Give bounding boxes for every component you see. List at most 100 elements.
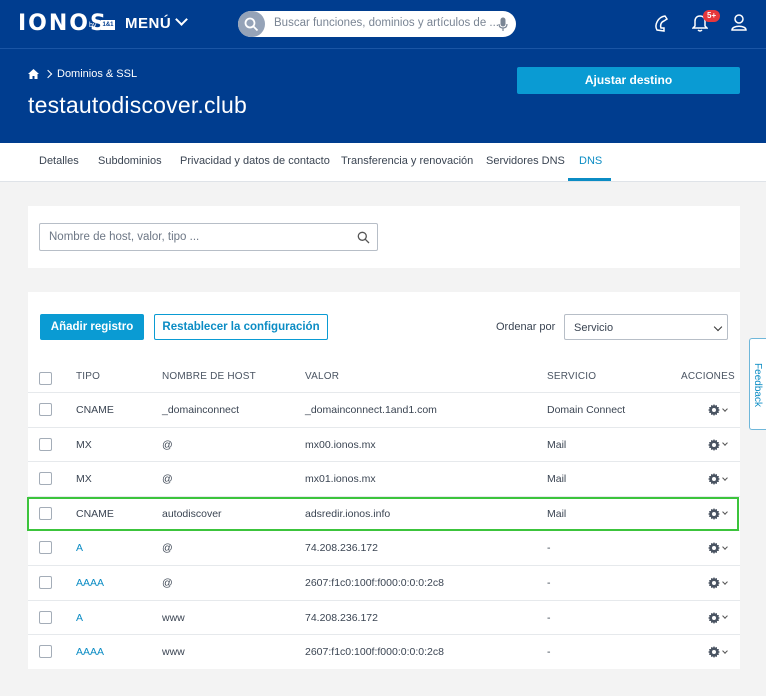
row-checkbox[interactable] (39, 645, 52, 659)
row-actions-menu[interactable] (708, 542, 728, 555)
record-value: _domainconnect.1and1.com (305, 404, 437, 416)
column-header-value[interactable]: VALOR (305, 371, 339, 382)
record-service: Domain Connect (547, 404, 626, 416)
table-row: CNAME _domainconnect _domainconnect.1and1.… (28, 392, 740, 427)
chevron-down-icon (722, 578, 728, 585)
record-service: - (547, 542, 551, 555)
row-actions-menu[interactable] (708, 577, 728, 589)
adjust-destination-button[interactable]: Ajustar destino (517, 67, 740, 94)
phone-icon[interactable] (652, 13, 670, 33)
search-icon[interactable] (357, 231, 370, 244)
table-row: A @74.208.236.172 - (28, 530, 740, 565)
column-header-host[interactable]: NOMBRE DE HOST (162, 371, 256, 382)
gear-icon (708, 438, 720, 451)
record-type[interactable]: A (76, 542, 83, 554)
row-actions-menu[interactable] (708, 438, 728, 451)
row-checkbox[interactable] (39, 437, 52, 451)
row-actions-menu[interactable] (708, 404, 728, 416)
gear-icon (708, 404, 720, 416)
record-value: mx00.ionos.mx (305, 438, 376, 451)
record-filter-input[interactable]: Nombre de host, valor, tipo ... (39, 223, 378, 251)
row-checkbox[interactable] (39, 610, 52, 624)
row-checkbox[interactable] (39, 403, 52, 416)
sort-label: Ordenar por (496, 321, 556, 333)
home-icon[interactable] (28, 69, 39, 79)
domain-header: Dominios & SSL testautodiscover.club Aju… (0, 49, 766, 143)
chevron-down-icon (722, 474, 728, 481)
tab-privacy[interactable]: Privacidad y datos de contacto (180, 155, 330, 167)
record-value: 74.208.236.172 (305, 611, 378, 624)
record-host: @ (162, 438, 173, 451)
chevron-down-icon (175, 13, 189, 26)
tab-subdomains[interactable]: Subdominios (98, 155, 162, 167)
record-type[interactable]: AAAA (76, 646, 104, 658)
chevron-down-icon (722, 440, 728, 446)
notification-badge: 5+ (703, 10, 721, 22)
feedback-tab[interactable]: Feedback (749, 338, 766, 430)
logo-brand-badge: 1&1 (101, 20, 115, 30)
record-type: MX (76, 473, 92, 486)
chevron-down-icon (713, 322, 723, 332)
breadcrumb-separator-icon (43, 69, 53, 79)
page-title: testautodiscover.club (28, 92, 247, 118)
gear-icon (708, 473, 720, 486)
record-host: www (162, 646, 185, 659)
record-type[interactable]: AAAA (76, 577, 104, 589)
microphone-icon[interactable] (498, 17, 508, 32)
breadcrumb: Dominios & SSL (28, 68, 137, 80)
table-row: MX @ mx01.ionos.mx Mail (28, 461, 740, 496)
column-header-actions: ACCIONES (681, 371, 735, 382)
row-checkbox[interactable] (39, 576, 52, 589)
gear-icon (708, 611, 720, 624)
tab-transfer[interactable]: Transferencia y renovación (341, 155, 473, 167)
breadcrumb-link[interactable]: Dominios & SSL (57, 68, 137, 80)
add-record-button[interactable]: Añadir registro (40, 314, 144, 340)
sort-select-value: Servicio (574, 322, 614, 334)
record-value: 74.208.236.172 (305, 542, 378, 555)
feedback-label: Feedback (752, 363, 763, 407)
row-actions-menu[interactable] (708, 473, 728, 486)
menu-label: MENÚ (125, 15, 172, 32)
record-host: @ (162, 542, 173, 555)
record-value: mx01.ionos.mx (305, 473, 376, 486)
table-row: Awww 74.208.236.172 - (28, 599, 740, 635)
search-icon[interactable] (238, 11, 265, 37)
row-checkbox[interactable] (39, 472, 52, 486)
column-header-type[interactable]: TIPO (76, 371, 100, 382)
logo-by-text: by (89, 22, 97, 29)
top-bar: IONOS by 1&1 MENÚ Buscar funciones, domi… (0, 0, 766, 49)
row-actions-menu[interactable] (708, 646, 728, 659)
record-service: Mail (547, 438, 567, 451)
gear-icon (708, 577, 720, 589)
record-value: 2607:f1c0:100f:f000:0:0:0:2c8 (305, 646, 444, 659)
chevron-down-icon (722, 613, 728, 619)
tab-dns-servers[interactable]: Servidores DNS (486, 155, 565, 167)
search-input[interactable]: Buscar funciones, dominios y artículos d… (274, 17, 499, 29)
record-host: _domainconnect (162, 404, 240, 416)
table-row: AAAA @2607:f1c0:100f:f000:0:0:0:2c8 - (28, 565, 740, 600)
tab-details[interactable]: Detalles (39, 155, 79, 167)
highlighted-row-outline (27, 497, 739, 531)
record-host: www (162, 611, 185, 624)
chevron-down-icon (722, 647, 728, 654)
select-all-checkbox[interactable] (39, 372, 52, 385)
record-service: - (547, 577, 551, 589)
column-header-service[interactable]: SERVICIO (547, 371, 596, 382)
menu-button[interactable]: MENÚ (125, 13, 189, 32)
record-service: - (547, 646, 551, 659)
record-host: @ (162, 473, 173, 486)
filter-card: Nombre de host, valor, tipo ... (28, 206, 740, 268)
gear-icon (708, 542, 720, 555)
chevron-down-icon (722, 405, 728, 412)
table-row: AAAA www 2607:f1c0:100f:f000:0:0:0:2c8 - (28, 634, 740, 669)
sort-select[interactable]: Servicio (564, 314, 728, 340)
table-row: MX @ mx00.ionos.mx Mail (28, 426, 740, 462)
row-checkbox[interactable] (39, 541, 52, 555)
reset-configuration-button[interactable]: Restablecer la configuración (154, 314, 328, 340)
record-type[interactable]: A (76, 612, 83, 624)
user-icon[interactable] (731, 13, 747, 31)
row-actions-menu[interactable] (708, 611, 728, 624)
record-host: @ (162, 577, 173, 589)
tab-dns[interactable]: DNS (579, 155, 602, 167)
global-search[interactable]: Buscar funciones, dominios y artículos d… (238, 11, 516, 37)
